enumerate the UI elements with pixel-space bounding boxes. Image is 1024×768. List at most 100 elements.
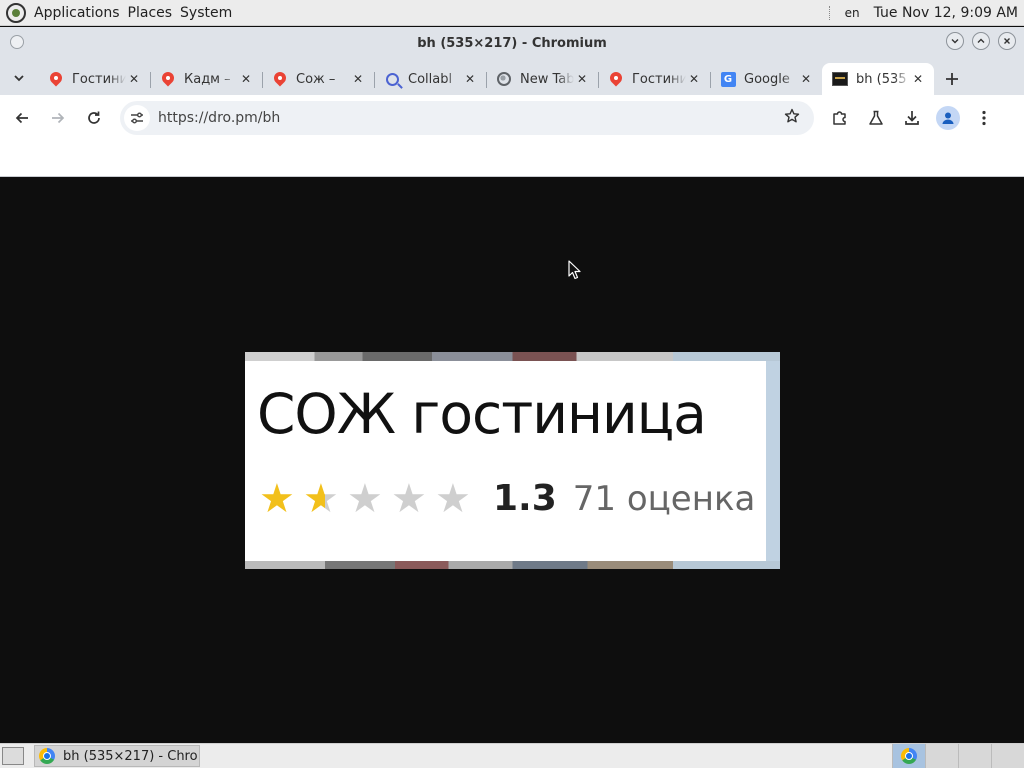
keyboard-layout-indicator[interactable]: en [845, 6, 860, 20]
star-empty-icon: ★ [435, 475, 471, 522]
workspace-4[interactable] [991, 743, 1024, 768]
url-text[interactable]: https://dro.pm/bh [158, 110, 280, 126]
displayed-image[interactable]: СОЖ гостиница ★ ★ ★ ★ ★ 1.3 71 оценка [245, 352, 780, 569]
tab-title: Гостиница [632, 71, 686, 87]
tab-hotel-1[interactable]: Гостиница ✕ [38, 63, 150, 95]
tab-kadm[interactable]: Кадм – ✕ [150, 63, 262, 95]
extensions-button[interactable] [822, 100, 858, 136]
clock[interactable]: Tue Nov 12, 9:09 AM [874, 5, 1018, 21]
window-title: bh (535×217) - Chromium [417, 35, 607, 51]
close-window-button[interactable] [998, 32, 1016, 50]
image-photo-strip-bottom [245, 561, 780, 569]
tab-title: Кадм – [184, 71, 231, 87]
window-titlebar[interactable]: bh (535×217) - Chromium [0, 27, 1024, 59]
tab-bh-active[interactable]: bh (535 ✕ [822, 63, 934, 95]
new-tab-button[interactable] [934, 63, 970, 95]
tab-hotel-2[interactable]: Гостиница ✕ [598, 63, 710, 95]
tab-new-tab[interactable]: New Tab ✕ [486, 63, 598, 95]
tab-title: Гостиница [72, 71, 126, 87]
hotel-name: СОЖ гостиница [257, 382, 707, 446]
tab-close-icon[interactable]: ✕ [798, 71, 814, 87]
tab-close-icon[interactable]: ✕ [574, 71, 590, 87]
forward-button[interactable] [40, 100, 76, 136]
image-photo-strip-top [245, 352, 780, 361]
rating-value: 1.3 [493, 478, 557, 519]
tab-title: Collabl [408, 71, 453, 87]
star-filled-icon: ★ [259, 475, 295, 522]
magnifier-icon [384, 71, 400, 87]
workspace-3[interactable] [958, 743, 991, 768]
person-icon [942, 112, 954, 124]
map-pin-icon [48, 71, 64, 87]
chromium-icon [39, 748, 55, 764]
workspace-2[interactable] [925, 743, 958, 768]
avatar-icon [936, 106, 960, 130]
rating-count: 71 оценка [572, 478, 756, 519]
maximize-button[interactable] [972, 32, 990, 50]
tune-icon [131, 112, 143, 124]
star-half-icon: ★ [303, 479, 347, 519]
tab-strip: Гостиница ✕ Кадм – ✕ Сож – ✕ Collabl ✕ N… [0, 59, 1024, 95]
map-pin-icon [608, 71, 624, 87]
kebab-menu-icon [982, 110, 986, 126]
reload-button[interactable] [76, 100, 112, 136]
tab-collabl[interactable]: Collabl ✕ [374, 63, 486, 95]
globe-icon [496, 71, 512, 87]
window-controls [946, 32, 1016, 50]
tab-close-icon[interactable]: ✕ [126, 71, 142, 87]
panel-tray: en Tue Nov 12, 9:09 AM [828, 5, 1024, 21]
workspace-1[interactable] [892, 743, 925, 768]
window-menu-icon[interactable] [10, 35, 24, 49]
minimize-button[interactable] [946, 32, 964, 50]
site-info-icon[interactable] [124, 105, 150, 131]
back-button[interactable] [4, 100, 40, 136]
image-thumbnail-icon [832, 71, 848, 87]
tab-close-icon[interactable]: ✕ [462, 71, 478, 87]
menu-button[interactable] [966, 100, 1002, 136]
google-translate-icon: G [720, 71, 736, 87]
tab-close-icon[interactable]: ✕ [238, 71, 254, 87]
tab-title: Google [744, 71, 790, 87]
tab-google[interactable]: G Google ✕ [710, 63, 822, 95]
tab-search-button[interactable] [0, 61, 38, 95]
bookmark-star-icon[interactable] [784, 108, 800, 129]
menu-system[interactable]: System [176, 5, 236, 21]
reload-icon [88, 111, 100, 124]
star-outline-icon [784, 108, 800, 122]
tab-title: bh (535 [856, 71, 907, 87]
labs-button[interactable] [858, 100, 894, 136]
chevron-down-icon [14, 75, 24, 82]
page-viewport: СОЖ гостиница ★ ★ ★ ★ ★ 1.3 71 оценка [0, 177, 1024, 743]
toolbar-actions [822, 100, 1002, 136]
menu-applications[interactable]: Applications [30, 5, 124, 21]
taskbar-window-chromium[interactable]: bh (535×217) - Chro… [34, 745, 200, 767]
tab-sozh[interactable]: Сож – ✕ [262, 63, 374, 95]
puzzle-icon [833, 111, 846, 125]
map-pin-icon [272, 71, 288, 87]
profile-button[interactable] [930, 100, 966, 136]
workspace-switcher [892, 743, 1024, 768]
bookmarks-bar [0, 141, 1024, 177]
close-icon [1004, 38, 1010, 44]
tab-close-icon[interactable]: ✕ [910, 71, 926, 87]
panel-separator [828, 5, 831, 20]
tab-close-icon[interactable]: ✕ [686, 71, 702, 87]
top-panel: Applications Places System en Tue Nov 12… [0, 0, 1024, 26]
arrow-right-icon [52, 112, 65, 124]
download-icon [905, 111, 919, 125]
tab-title: Сож – [296, 71, 336, 87]
image-border [766, 361, 780, 561]
gnome-foot-icon[interactable] [6, 2, 26, 23]
plus-icon [946, 73, 958, 85]
show-desktop-icon[interactable] [2, 747, 24, 765]
flask-icon [869, 110, 883, 125]
chromium-icon [901, 747, 917, 764]
taskbar-window-label: bh (535×217) - Chro… [63, 748, 200, 764]
downloads-button[interactable] [894, 100, 930, 136]
tab-close-icon[interactable]: ✕ [350, 71, 366, 87]
tab-title: New Tab [520, 71, 574, 87]
mouse-cursor-icon [568, 260, 581, 280]
menu-places[interactable]: Places [124, 5, 177, 21]
rating-row: ★ ★ ★ ★ ★ 1.3 71 оценка [259, 478, 755, 519]
address-bar[interactable]: https://dro.pm/bh [120, 101, 814, 135]
